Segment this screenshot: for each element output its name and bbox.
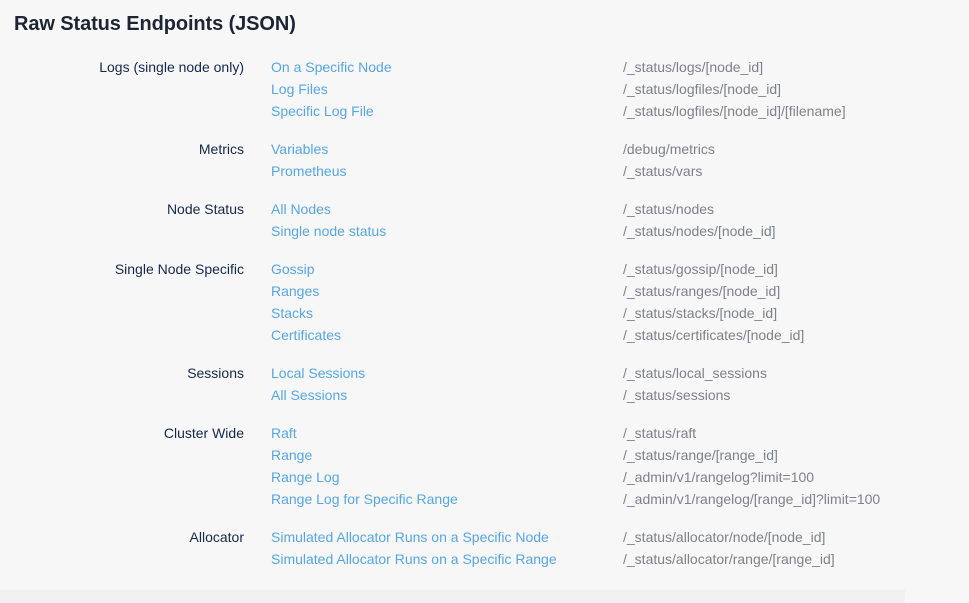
endpoint-category-label: Node Status [0,198,271,242]
endpoint-link[interactable]: Simulated Allocator Runs on a Specific N… [271,526,623,548]
endpoint-link[interactable]: Range Log for Specific Range [271,488,623,510]
endpoint-path: /_status/allocator/range/[range_id] [623,548,969,570]
endpoint-link[interactable]: Range [271,444,623,466]
endpoint-path: /_status/range/[range_id] [623,444,969,466]
endpoint-link[interactable]: Variables [271,138,623,160]
endpoint-link[interactable]: Range Log [271,466,623,488]
endpoint-link[interactable]: Log Files [271,78,623,100]
endpoint-link[interactable]: Raft [271,422,623,444]
endpoint-category-label: Sessions [0,362,271,406]
endpoint-links-column: VariablesPrometheus [271,138,623,182]
endpoint-link[interactable]: Local Sessions [271,362,623,384]
endpoint-group: Metrics VariablesPrometheus /debug/metri… [0,138,969,182]
endpoint-group: Single Node Specific GossipRangesStacksC… [0,258,969,346]
endpoint-paths-column: /debug/metrics/_status/vars [623,138,969,182]
endpoint-path: /_status/ranges/[node_id] [623,280,969,302]
endpoints-table: Logs (single node only) On a Specific No… [0,56,969,570]
endpoint-path: /_status/logfiles/[node_id]/[filename] [623,100,969,122]
endpoint-path: /_status/nodes [623,198,969,220]
endpoint-group: Allocator Simulated Allocator Runs on a … [0,526,969,570]
endpoint-path: /_status/certificates/[node_id] [623,324,969,346]
endpoint-path: /_status/stacks/[node_id] [623,302,969,324]
endpoint-path: /_status/vars [623,160,969,182]
endpoint-path: /_status/local_sessions [623,362,969,384]
endpoint-path: /_status/allocator/node/[node_id] [623,526,969,548]
endpoint-links-column: RaftRangeRange LogRange Log for Specific… [271,422,623,510]
endpoint-paths-column: /_status/raft/_status/range/[range_id]/_… [623,422,969,510]
raw-status-endpoints-page: Raw Status Endpoints (JSON) Logs (single… [0,0,969,570]
endpoint-paths-column: /_status/gossip/[node_id]/_status/ranges… [623,258,969,346]
endpoint-paths-column: /_status/nodes/_status/nodes/[node_id] [623,198,969,242]
endpoint-path: /_status/sessions [623,384,969,406]
endpoint-group: Logs (single node only) On a Specific No… [0,56,969,122]
endpoint-links-column: GossipRangesStacksCertificates [271,258,623,346]
endpoint-group: Sessions Local SessionsAll Sessions /_st… [0,362,969,406]
endpoint-link[interactable]: All Nodes [271,198,623,220]
endpoint-links-column: Local SessionsAll Sessions [271,362,623,406]
endpoint-category-label: Logs (single node only) [0,56,271,122]
endpoint-paths-column: /_status/local_sessions/_status/sessions [623,362,969,406]
endpoint-path: /_status/nodes/[node_id] [623,220,969,242]
endpoint-paths-column: /_status/allocator/node/[node_id]/_statu… [623,526,969,570]
endpoint-links-column: All NodesSingle node status [271,198,623,242]
endpoint-category-label: Metrics [0,138,271,182]
page-title: Raw Status Endpoints (JSON) [0,0,969,36]
endpoint-path: /_admin/v1/rangelog/[range_id]?limit=100 [623,488,969,510]
footer-strip [0,590,905,603]
endpoint-path: /_admin/v1/rangelog?limit=100 [623,466,969,488]
endpoint-link[interactable]: Ranges [271,280,623,302]
endpoint-link[interactable]: Single node status [271,220,623,242]
endpoint-category-label: Single Node Specific [0,258,271,346]
endpoint-link[interactable]: Gossip [271,258,623,280]
endpoint-group: Cluster Wide RaftRangeRange LogRange Log… [0,422,969,510]
endpoint-path: /_status/gossip/[node_id] [623,258,969,280]
endpoint-link[interactable]: Prometheus [271,160,623,182]
endpoint-category-label: Cluster Wide [0,422,271,510]
endpoint-path: /debug/metrics [623,138,969,160]
endpoint-links-column: On a Specific NodeLog FilesSpecific Log … [271,56,623,122]
endpoint-link[interactable]: All Sessions [271,384,623,406]
endpoint-path: /_status/logfiles/[node_id] [623,78,969,100]
endpoint-link[interactable]: Stacks [271,302,623,324]
endpoint-link[interactable]: Simulated Allocator Runs on a Specific R… [271,548,623,570]
endpoint-path: /_status/raft [623,422,969,444]
endpoint-paths-column: /_status/logs/[node_id]/_status/logfiles… [623,56,969,122]
endpoint-link[interactable]: Specific Log File [271,100,623,122]
endpoint-links-column: Simulated Allocator Runs on a Specific N… [271,526,623,570]
endpoint-link[interactable]: Certificates [271,324,623,346]
endpoint-link[interactable]: On a Specific Node [271,56,623,78]
endpoint-category-label: Allocator [0,526,271,570]
endpoint-path: /_status/logs/[node_id] [623,56,969,78]
endpoint-group: Node Status All NodesSingle node status … [0,198,969,242]
